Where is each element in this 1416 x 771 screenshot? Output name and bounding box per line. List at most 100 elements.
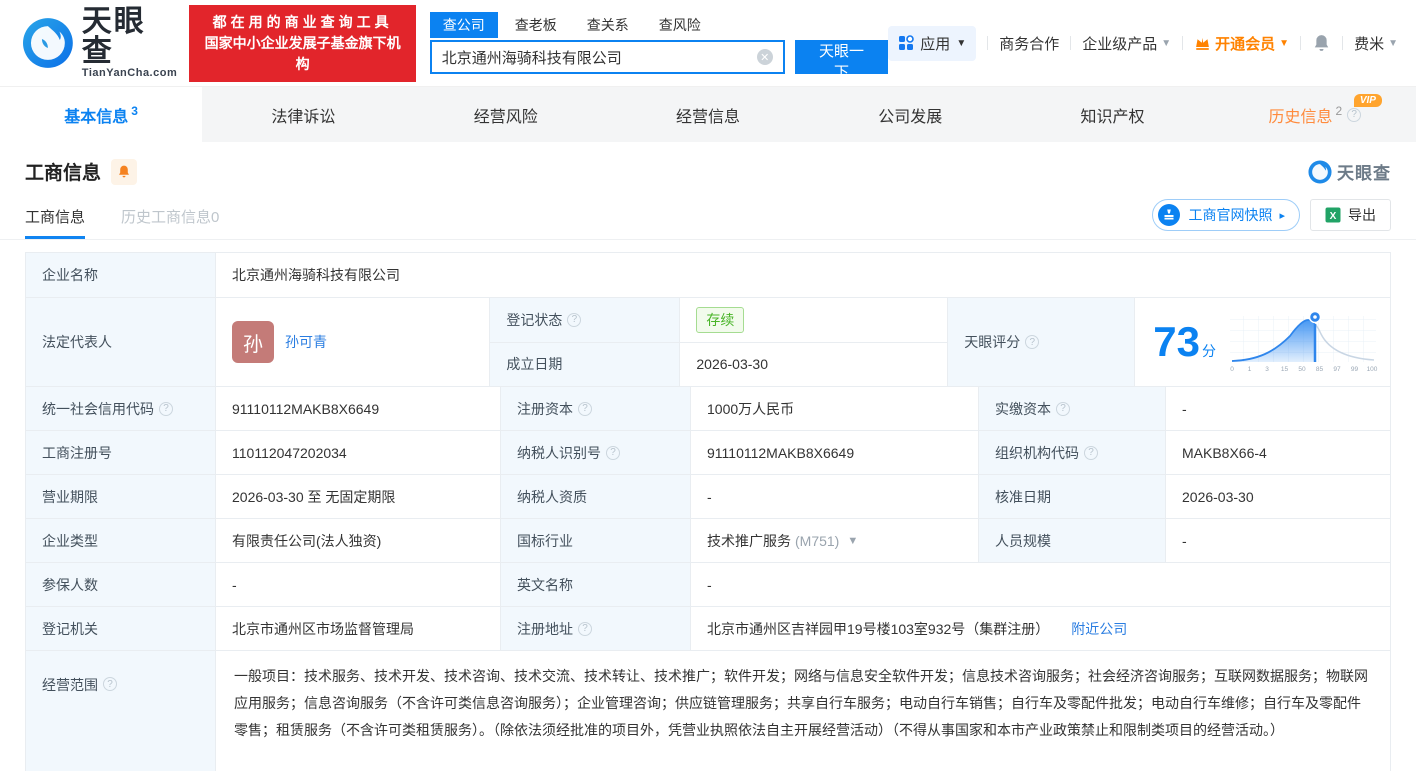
status-date-stack: 登记状态 ? 存续 成立日期 2026-03-30 [490, 298, 949, 386]
field-label: 核准日期 [979, 475, 1166, 518]
nav-separator [1182, 36, 1184, 50]
field-label: 登记机关 [26, 607, 216, 650]
score-unit: 分 [1202, 343, 1216, 359]
nearby-companies-link[interactable]: 附近公司 [1071, 619, 1127, 639]
tab-operating-risk[interactable]: 经营风险 [405, 87, 607, 142]
question-icon[interactable]: ? [606, 445, 620, 460]
tab-company-development[interactable]: 公司发展 [809, 87, 1011, 142]
field-label: 天眼评分 ? [948, 298, 1136, 386]
search-tab-boss[interactable]: 查老板 [502, 12, 570, 38]
section-title: 工商信息 [25, 163, 102, 184]
tianyancha-logo[interactable]: 天眼查 TianYanCha.com [22, 7, 177, 79]
tab-business-info[interactable]: 经营信息 [607, 87, 809, 142]
nav-separator [1300, 36, 1302, 50]
company-type-value: 有限责任公司(法人独资) [216, 519, 501, 562]
search-tab-risk[interactable]: 查风险 [646, 12, 714, 38]
tab-history-info[interactable]: 历史信息 2 ? VIP [1214, 87, 1416, 142]
svg-text:99: 99 [1351, 366, 1359, 373]
svg-text:85: 85 [1316, 366, 1324, 373]
business-scope-value: 一般项目：技术服务、技术开发、技术咨询、技术交流、技术转让、技术推广；软件开发；… [234, 668, 1368, 738]
brand-domain: TianYanCha.com [81, 67, 178, 79]
top-header: 天眼查 TianYanCha.com 都在用的商业查询工具 国家中小企业发展子基… [0, 0, 1416, 86]
excel-icon: X [1325, 207, 1341, 223]
question-icon[interactable]: ? [578, 621, 592, 636]
english-name-value: - [707, 576, 712, 593]
table-row: 经营范围 ? 一般项目：技术服务、技术开发、技术咨询、技术交流、技术转让、技术推… [26, 651, 1390, 771]
apps-menu[interactable]: 应用 ▼ [888, 25, 977, 61]
nav-user-menu[interactable]: 费米 ▼ [1354, 33, 1398, 54]
question-icon[interactable]: ? [578, 401, 592, 416]
industry-code: (M751) [795, 532, 840, 549]
table-row: 营业期限 2026-03-30 至 无固定期限 纳税人资质 - 核准日期 202… [26, 475, 1390, 519]
question-icon[interactable]: ? [1084, 445, 1098, 460]
nav-enterprise-products[interactable]: 企业级产品 ▼ [1082, 33, 1171, 54]
monitor-bell-button[interactable] [111, 158, 138, 185]
slogan-line2: 国家中小企业发展子基金旗下机构 [204, 34, 401, 72]
export-button[interactable]: X 导出 [1310, 199, 1391, 231]
credit-code-value: 91110112MAKB8X6649 [216, 387, 501, 430]
search-input[interactable] [431, 48, 757, 66]
official-snapshot-button[interactable]: 工商官网快照 ▸ [1152, 199, 1300, 231]
subtab-business-registration[interactable]: 工商信息 [25, 206, 86, 239]
reg-status-cell: 存续 [680, 298, 947, 342]
nav-cooperation[interactable]: 商务合作 [999, 33, 1059, 54]
table-row: 企业名称 北京通州海骑科技有限公司 [26, 253, 1390, 298]
question-icon[interactable]: ? [159, 401, 173, 416]
question-icon[interactable]: ? [1025, 335, 1040, 349]
svg-text:15: 15 [1281, 366, 1289, 373]
subtab-row: 工商信息 历史工商信息0 工商官网快照 ▸ X 导出 [0, 185, 1416, 240]
avatar[interactable]: 孙 [232, 321, 274, 363]
paid-capital-value: - [1182, 400, 1187, 417]
search-tab-relation[interactable]: 查关系 [574, 12, 642, 38]
field-label: 企业名称 [26, 253, 216, 297]
svg-text:97: 97 [1333, 366, 1341, 373]
brand-name: 天眼查 [81, 5, 146, 68]
stamp-icon [1158, 204, 1181, 226]
tianyancha-logo-icon [22, 18, 73, 68]
table-row: 工商注册号 110112047202034 纳税人识别号 ? 91110112M… [26, 431, 1390, 475]
nav-separator [1342, 36, 1344, 50]
field-label: 注册地址 ? [501, 607, 691, 650]
vip-badge: VIP [1353, 94, 1382, 107]
company-name-value: 北京通州海骑科技有限公司 [232, 267, 400, 283]
question-icon[interactable]: ? [567, 312, 582, 327]
nav-separator [1070, 36, 1072, 50]
business-info-table: 企业名称 北京通州海骑科技有限公司 法定代表人 孙 孙可青 登记状态 ? 存续 … [25, 252, 1391, 771]
tab-legal-proceedings[interactable]: 法律诉讼 [202, 87, 404, 142]
search-tab-company[interactable]: 查公司 [429, 12, 498, 38]
tab-basic-info[interactable]: 基本信息 3 [0, 87, 203, 142]
score-distribution-chart: 0 1 3 15 50 85 97 99 100 [1230, 310, 1378, 373]
section-header: 工商信息 天眼查 [0, 142, 1416, 185]
question-icon[interactable]: ? [1347, 107, 1362, 122]
field-label: 组织机构代码 ? [979, 431, 1166, 474]
question-icon[interactable]: ? [1056, 401, 1070, 416]
legal-rep-link[interactable]: 孙可青 [285, 332, 327, 352]
tab-intellectual-property[interactable]: 知识产权 [1011, 87, 1213, 142]
field-label: 企业类型 [26, 519, 216, 562]
svg-text:50: 50 [1298, 366, 1306, 373]
bell-icon[interactable] [1312, 33, 1331, 53]
business-term-value: 2026-03-30 至 无固定期限 [216, 475, 501, 518]
subtab-history-registration[interactable]: 历史工商信息0 [121, 206, 219, 239]
caret-down-icon: ▼ [1279, 37, 1290, 49]
question-icon[interactable]: ? [103, 677, 117, 691]
nav-separator [987, 36, 989, 50]
tab-count: 2 [1335, 103, 1343, 118]
taxpayer-qualification-value: - [691, 475, 979, 518]
nav-open-vip[interactable]: 开通会员 ▼ [1194, 33, 1289, 54]
field-label: 国标行业 [501, 519, 691, 562]
apps-label: 应用 [920, 35, 951, 53]
insured-count-value: - [216, 563, 501, 606]
tianyancha-watermark-icon [1308, 159, 1332, 184]
field-label: 参保人数 [26, 563, 216, 606]
svg-text:100: 100 [1367, 366, 1378, 373]
reg-authority-value: 北京市通州区市场监督管理局 [216, 607, 501, 650]
org-code-value: MAKB8X66-4 [1182, 444, 1267, 461]
tianyan-score-cell: 73 分 0 1 3 15 50 85 97 99 100 [1135, 298, 1390, 386]
search-button[interactable]: 天眼一下 [794, 40, 889, 81]
chevron-down-icon[interactable]: ▼ [847, 535, 858, 547]
approval-date-value: 2026-03-30 [1182, 488, 1254, 505]
search-area: 查公司 查老板 查关系 查风险 ✕ 天眼一下 [429, 12, 889, 81]
staff-size-value: - [1182, 532, 1187, 549]
clear-icon[interactable]: ✕ [756, 49, 773, 65]
